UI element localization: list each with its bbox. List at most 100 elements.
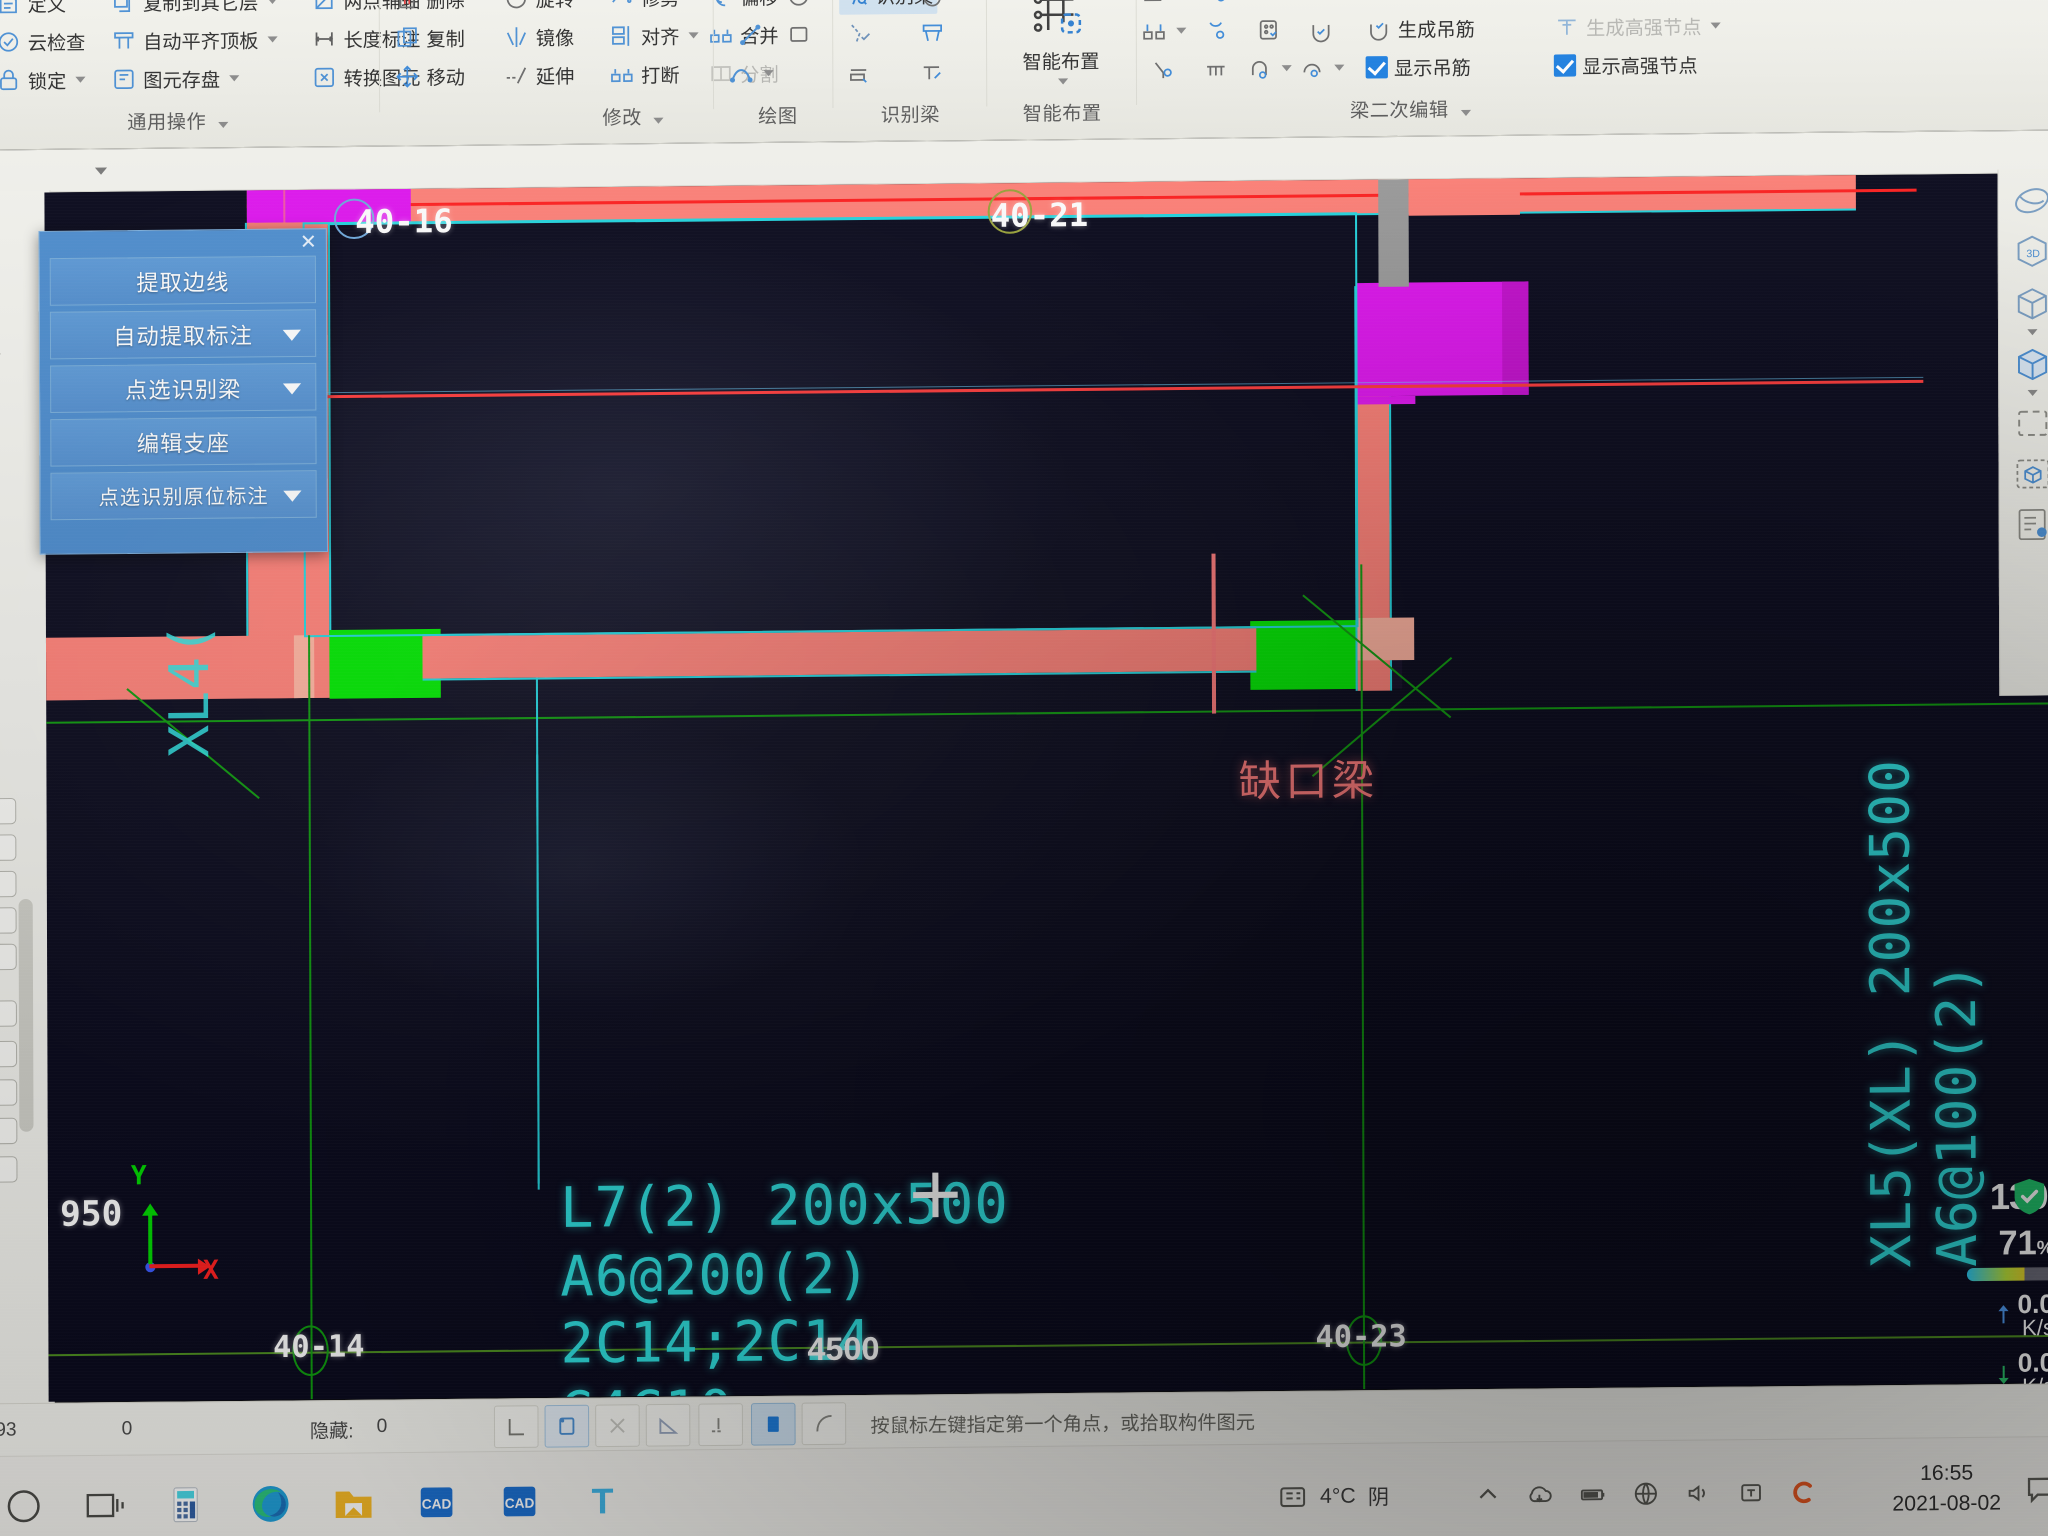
ribbon-item-move[interactable]: 移动 [390,59,469,94]
left-panel-scrollbar[interactable] [18,898,34,1132]
chevron-down-icon[interactable] [1057,78,1068,85]
ribbon-item-line[interactable] [730,17,771,52]
orbit-icon[interactable] [2007,177,2048,224]
ribbon-checkbox-show-node[interactable]: 显示高强节点 [1550,47,1702,83]
ribbon-item-lock[interactable]: 锁定 [0,62,90,97]
left-panel-checkbox[interactable] [0,1156,18,1183]
left-panel-checkbox[interactable] [0,943,17,971]
ribbon-item-arc[interactable] [729,56,774,91]
panel-collapse-icon[interactable] [0,233,4,260]
chevron-down-icon[interactable] [282,383,302,395]
ribbon-item-beam-props[interactable] [1301,12,1342,47]
taskbar-cad-app-2[interactable]: CAD [486,1468,553,1535]
ribbon-item-beam-span[interactable] [912,16,953,51]
status-tool-ortho[interactable] [493,1405,539,1449]
auto-extract-annotation-button[interactable]: 自动提取标注 [49,309,317,360]
status-tool-fill[interactable] [750,1402,796,1446]
beam-recognition-dialog[interactable]: ✕ 提取边线 自动提取标注 点选识别梁 编辑支座 点选识别原位标注 [38,228,329,555]
report-preview-icon[interactable] [2008,501,2048,548]
chevron-down-icon[interactable] [1333,64,1344,71]
taskbar-tray-icons[interactable] [1473,1468,1819,1520]
ribbon-item-cloud-check[interactable]: 云检查 [0,24,89,59]
ribbon-item-beam-table[interactable] [1248,0,1289,9]
taskbar-tray-news[interactable]: 4°C 阴 [1277,1472,1389,1522]
chevron-down-icon[interactable] [688,32,699,39]
chevron-down-icon[interactable] [1281,65,1292,72]
chevron-down-icon[interactable] [94,167,108,175]
left-panel-checkbox[interactable] [0,797,17,825]
ribbon-item-copy[interactable]: 复制 [390,20,469,55]
ribbon-item-auto-align-slab[interactable]: 自动平齐顶板 [107,22,282,58]
chevron-down-icon[interactable] [283,490,302,502]
system-monitor-widget[interactable]: 130 71% 0.0 K/s 0.0 K/s [1932,1175,2048,1399]
pick-identify-origin-annotation-button[interactable]: 点选识别原位标注 [50,470,317,521]
smart-layout-button[interactable]: 智能布置 [995,0,1127,106]
ribbon-item-beam-support[interactable] [1196,51,1237,86]
notification-icon[interactable] [2023,1472,2048,1512]
status-tool-rect-select[interactable] [544,1404,590,1448]
close-icon[interactable]: ✕ [300,231,317,253]
pick-identify-beam-button[interactable]: 点选识别梁 [50,362,317,414]
taskbar-clock[interactable]: 16:55 2021-08-02 [1892,1458,2001,1521]
ribbon-item-hanger-bar[interactable] [912,0,953,12]
chevron-down-icon[interactable] [267,0,278,5]
chevron-down-icon[interactable] [1175,27,1186,34]
ribbon-item-delete[interactable]: 删除 [390,0,469,17]
chevron-down-icon[interactable] [75,76,86,83]
solid-cube-icon[interactable] [2008,339,2048,386]
chevron-down-icon[interactable] [763,70,774,77]
ribbon-item-extend[interactable]: 延伸 [499,58,578,93]
ribbon-item-beam-edit[interactable] [839,55,880,90]
status-tool-angle[interactable] [645,1403,691,1447]
ribbon-item-rotate[interactable]: 旋转 [499,0,578,16]
ribbon-item-beam-span-class[interactable]: 梁跨分类 [1549,0,1667,6]
taskbar-edge[interactable] [237,1470,304,1536]
ribbon-item-beam-split2[interactable] [1195,13,1236,48]
ribbon-item-mirror[interactable]: 镜像 [499,19,578,54]
left-panel-checkbox[interactable] [0,834,17,861]
ribbon-item-rect[interactable] [779,17,820,52]
cube-view-icon[interactable] [2007,278,2048,325]
ribbon-item-beam-cantilever[interactable] [1301,50,1344,85]
chevron-down-icon[interactable] [267,36,278,43]
ribbon-item-generate-haunch[interactable]: 生成梁加腋 [1361,0,1517,8]
edit-support-button[interactable]: 编辑支座 [50,416,317,467]
panel-dots-icon[interactable] [0,284,4,311]
three-d-icon[interactable]: 3D [2007,228,2048,275]
taskbar-task-view[interactable] [71,1472,138,1536]
taskbar-file-explorer[interactable] [320,1469,387,1536]
ribbon-item-beam-arch[interactable] [1248,51,1292,86]
ribbon-item-beam-query[interactable] [1195,0,1236,9]
ribbon-item-break[interactable]: 打断 [605,57,684,92]
ribbon-item-identify-beam-check[interactable] [839,16,880,51]
ribbon-item-beam-pick[interactable] [1143,52,1184,87]
cad-drawing-canvas[interactable]: 40-16 40-21 40-14 40-23 950 缺口梁 L7(2) 20… [44,173,2048,1402]
chevron-down-icon[interactable] [218,121,229,129]
chevron-down-icon[interactable] [2026,329,2038,336]
ribbon-item-align[interactable]: 对齐 [604,18,702,53]
ribbon-item-beam-annot[interactable] [912,54,953,89]
ribbon-item-copy-to-layer[interactable]: 复制到其它层 [106,0,281,20]
ribbon-item-save-element[interactable]: 图元存盘 [107,61,244,97]
left-panel-checkbox[interactable] [0,1000,17,1027]
chevron-down-icon[interactable] [1460,109,1471,117]
ribbon-item-circle[interactable] [778,0,819,13]
taskbar-calculator[interactable] [152,1471,219,1536]
checkbox-show-hanger[interactable] [1365,56,1388,79]
chevron-down-icon[interactable] [2027,389,2038,397]
ribbon-item-beam-grid[interactable] [1248,12,1289,47]
chevron-down-icon[interactable] [653,117,664,124]
crop-region-icon[interactable] [2008,400,2048,447]
ribbon-item-beam-node[interactable] [1301,0,1342,8]
taskbar-cad-app[interactable]: CAD [403,1469,470,1536]
left-panel-checkbox[interactable] [0,907,17,934]
ribbon-item-beam-origin[interactable] [1143,0,1184,10]
panel-close-icon[interactable] [0,709,6,736]
extract-edges-button[interactable]: 提取边线 [49,255,317,306]
status-tool-snap[interactable] [698,1403,744,1447]
ribbon-item-define[interactable]: 定义 [0,0,70,21]
panel-search-icon[interactable] [0,332,5,359]
left-panel-checkbox[interactable] [0,870,17,898]
ribbon-item-generate-hanger[interactable]: 生成吊筋 [1361,11,1479,47]
ribbon-item-beam-pair[interactable] [1142,14,1186,49]
